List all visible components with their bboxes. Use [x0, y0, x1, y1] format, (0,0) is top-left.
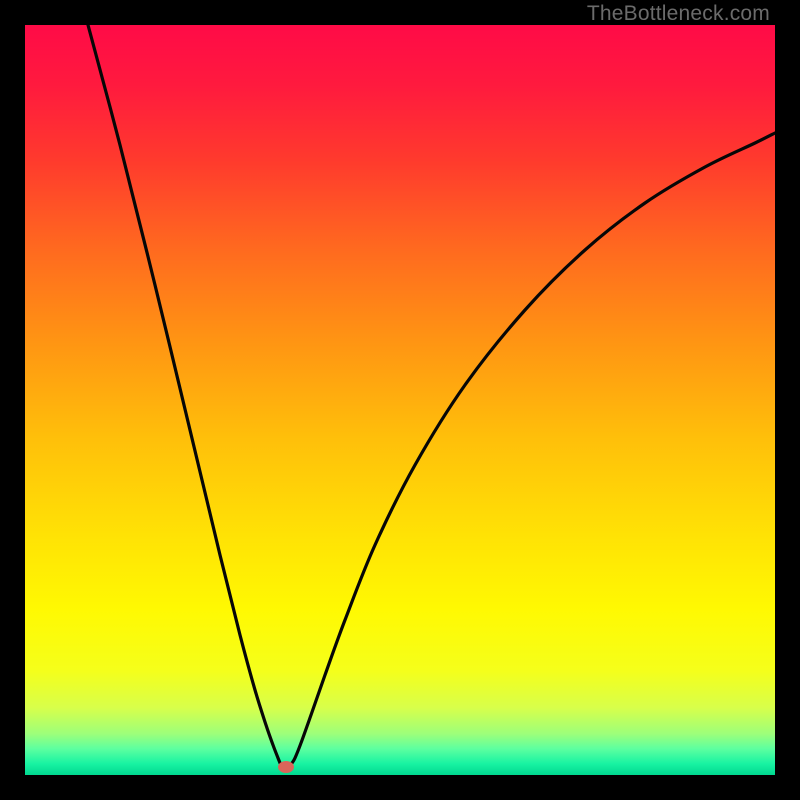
- chart-frame: TheBottleneck.com: [0, 0, 800, 800]
- minimum-marker: [278, 761, 294, 773]
- watermark-text: TheBottleneck.com: [587, 2, 770, 26]
- bottleneck-curve: [25, 25, 775, 775]
- plot-area: [25, 25, 775, 775]
- curve-left-branch: [88, 25, 280, 763]
- curve-right-branch: [292, 133, 775, 763]
